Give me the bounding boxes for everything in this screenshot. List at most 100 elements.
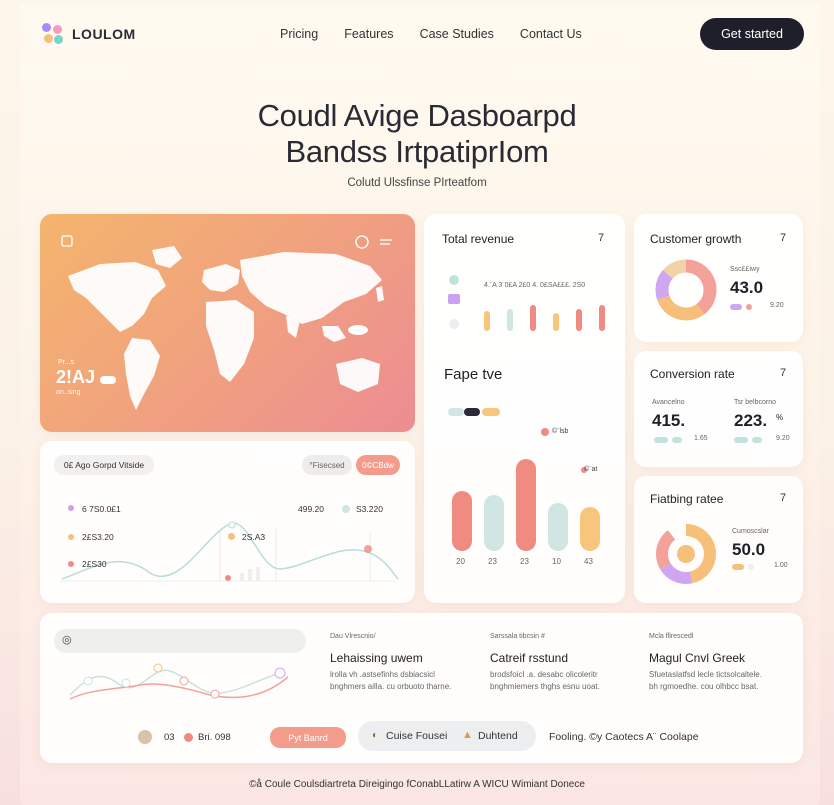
revenue-bar xyxy=(452,491,472,551)
get-started-button[interactable]: Get started xyxy=(700,18,804,50)
rating-sub: 1.00 xyxy=(774,562,788,569)
search-icon: ◎ xyxy=(62,634,72,646)
row-2-label: 2£S3.20 xyxy=(82,532,114,542)
map-corner-icon xyxy=(61,235,73,247)
col-2-text-1: brodsfoicl .a. desabc olicoleritr xyxy=(490,670,598,679)
col-3-small: Mcla fllrescedl xyxy=(649,633,694,640)
brand-name: LOULOM xyxy=(72,26,136,42)
col-1-text-1: lrolla vh .astsefinhs dsbiacsicl xyxy=(330,670,435,679)
map-stat-label: Pr...s xyxy=(58,359,74,366)
primary-action-button[interactable]: Pyt Banrd xyxy=(270,727,346,748)
rating-card: Fiatbing ratee 7 Cumoscslar 50.0 1.00 xyxy=(634,476,803,603)
customer-growth-title: Customer growth xyxy=(650,232,742,246)
row-1-label: 6 7S0.0£1 xyxy=(82,504,121,514)
chip-value: 03 xyxy=(164,732,175,743)
revenue-bar-label: 43 xyxy=(584,557,593,566)
hero-title: Coudl Avige Dasboarpd Bandss IrtpatiprIo… xyxy=(257,98,577,169)
world-map-card: Pr...s 2!AJ on..sing xyxy=(40,214,415,432)
map-stat-pill xyxy=(100,376,116,384)
chip-text: Bri. 098 xyxy=(198,732,231,743)
revenue-bar-label: 23 xyxy=(488,557,497,566)
tooltip-1: ©¨lsb xyxy=(552,428,569,435)
rating-title: Fiatbing ratee xyxy=(650,492,724,506)
tooltip-2: ©¨at xyxy=(584,466,598,473)
col-3-text-2: bh rgmoedhe. cou olhbcc bsat. xyxy=(649,682,759,691)
bottom-trailing-links[interactable]: Fooling. ©y Caotecs A¨ Coolape xyxy=(549,731,699,743)
legend-dot-1 xyxy=(68,505,74,511)
customer-growth-sub: 9.20 xyxy=(770,302,784,309)
nav-link-case-studies[interactable]: Case Studies xyxy=(420,27,494,41)
revenue-icon-1 xyxy=(449,275,459,285)
revenue-section-title: Fape tve xyxy=(444,366,503,383)
mini-bar xyxy=(599,305,605,331)
nav-link-features[interactable]: Features xyxy=(344,27,393,41)
legend-dot-3 xyxy=(228,533,235,540)
row-1-right-value-2: S3.220 xyxy=(356,504,383,514)
conversion-left-sub: 1.65 xyxy=(694,435,708,442)
rating-value: 50.0 xyxy=(732,540,766,559)
bottom-line-chart xyxy=(69,663,289,700)
rating-expand-icon[interactable]: 7 xyxy=(780,492,786,504)
mini-bar xyxy=(484,311,490,331)
conversion-rate-card: Conversion rate 7 Avancelno 415. 1.65 Ts… xyxy=(634,351,803,467)
col-2-text-2: bnghmiemers thghs esnu uoat. xyxy=(490,682,600,691)
nav-link-contact[interactable]: Contact Us xyxy=(520,27,582,41)
mini-bar xyxy=(576,309,582,331)
top-nav: LOULOM Pricing Features Case Studies Con… xyxy=(42,18,804,50)
conversion-right-value: 223. xyxy=(734,411,768,430)
revenue-bar xyxy=(484,495,504,551)
customer-growth-label: Ssc££iwy xyxy=(730,266,760,273)
customer-growth-value: 43.0 xyxy=(730,278,764,297)
row-3-label: 2£S30 xyxy=(82,559,107,569)
row-1-right-value: 499.20 xyxy=(298,504,324,514)
revenue-icon-2 xyxy=(448,294,460,304)
status-dot xyxy=(184,733,193,742)
bottom-panel: ◎ Dau Vlrescnio/ Lehaissing uwem lrolla … xyxy=(40,613,803,763)
hero-subtitle: Colutd Ulssfinse PIrteatfom xyxy=(347,177,487,189)
conversion-right-sub: 9.20 xyxy=(776,435,790,442)
map-stat-value: 2!AJ xyxy=(56,367,96,387)
customer-growth-card: Customer growth 7 Ssc££iwy 43.0 9.20 xyxy=(634,214,803,342)
customer-growth-expand-icon[interactable]: 7 xyxy=(780,232,786,244)
col-1-text-2: bnghmers ailla. cu orbuoto tharne. xyxy=(330,682,452,691)
col-3-title: Magul Cnvl Greek xyxy=(649,651,746,665)
line-chart xyxy=(60,521,399,582)
conversion-right-sup: % xyxy=(776,413,784,422)
mini-bar xyxy=(553,313,559,331)
revenue-bar-label: 20 xyxy=(456,557,465,566)
col-2-small: Sarssala tibcsin # xyxy=(490,633,545,640)
footer-text: ©å Coule Coulsdiartreta Direigingo fCona… xyxy=(249,779,585,790)
avatar[interactable] xyxy=(138,730,152,744)
map-stat-sub: on..sing xyxy=(56,389,81,396)
toggle-a-icon: ◐ xyxy=(372,730,379,741)
revenue-bar xyxy=(548,503,568,551)
mini-bar xyxy=(507,309,513,331)
mini-bar xyxy=(530,305,536,331)
toggle-option-b[interactable]: Duhtend xyxy=(478,730,518,742)
toggle-option-a[interactable]: Cuise Fousei xyxy=(386,730,447,742)
rating-donut xyxy=(656,524,716,584)
nav-link-pricing[interactable]: Pricing xyxy=(280,27,318,41)
conversion-left-value: 415. xyxy=(652,411,686,430)
toggle-b-icon: ▲ xyxy=(462,729,473,741)
conversion-left-label: Avancelno xyxy=(652,399,685,406)
conversion-title: Conversion rate xyxy=(650,367,735,381)
world-map-graphic xyxy=(61,235,392,410)
col-1-small: Dau Vlrescnio/ xyxy=(330,633,376,640)
row-2-right-value: 2S.A3 xyxy=(242,532,266,542)
revenue-bar-label: 10 xyxy=(552,557,561,566)
search-bar[interactable]: ◎ xyxy=(54,629,306,653)
col-1-title: Lehaissing uwem xyxy=(330,651,423,665)
brand-logo[interactable]: LOULOM xyxy=(42,23,136,45)
revenue-chart xyxy=(448,275,605,551)
customer-donut xyxy=(655,259,717,321)
conversion-expand-icon[interactable]: 7 xyxy=(780,367,786,379)
col-3-text-1: Sfuetaslatfsd lecle tictsolcaltele. xyxy=(649,670,762,679)
legend-dot-4 xyxy=(68,561,74,567)
revenue-bar xyxy=(580,507,600,551)
legend-dot-2 xyxy=(68,534,74,540)
legend-dot-mint xyxy=(342,505,350,513)
map-settings-icon xyxy=(355,235,369,249)
col-2-title: Catreif rsstund xyxy=(490,651,569,665)
revenue-icon-3 xyxy=(449,319,459,329)
